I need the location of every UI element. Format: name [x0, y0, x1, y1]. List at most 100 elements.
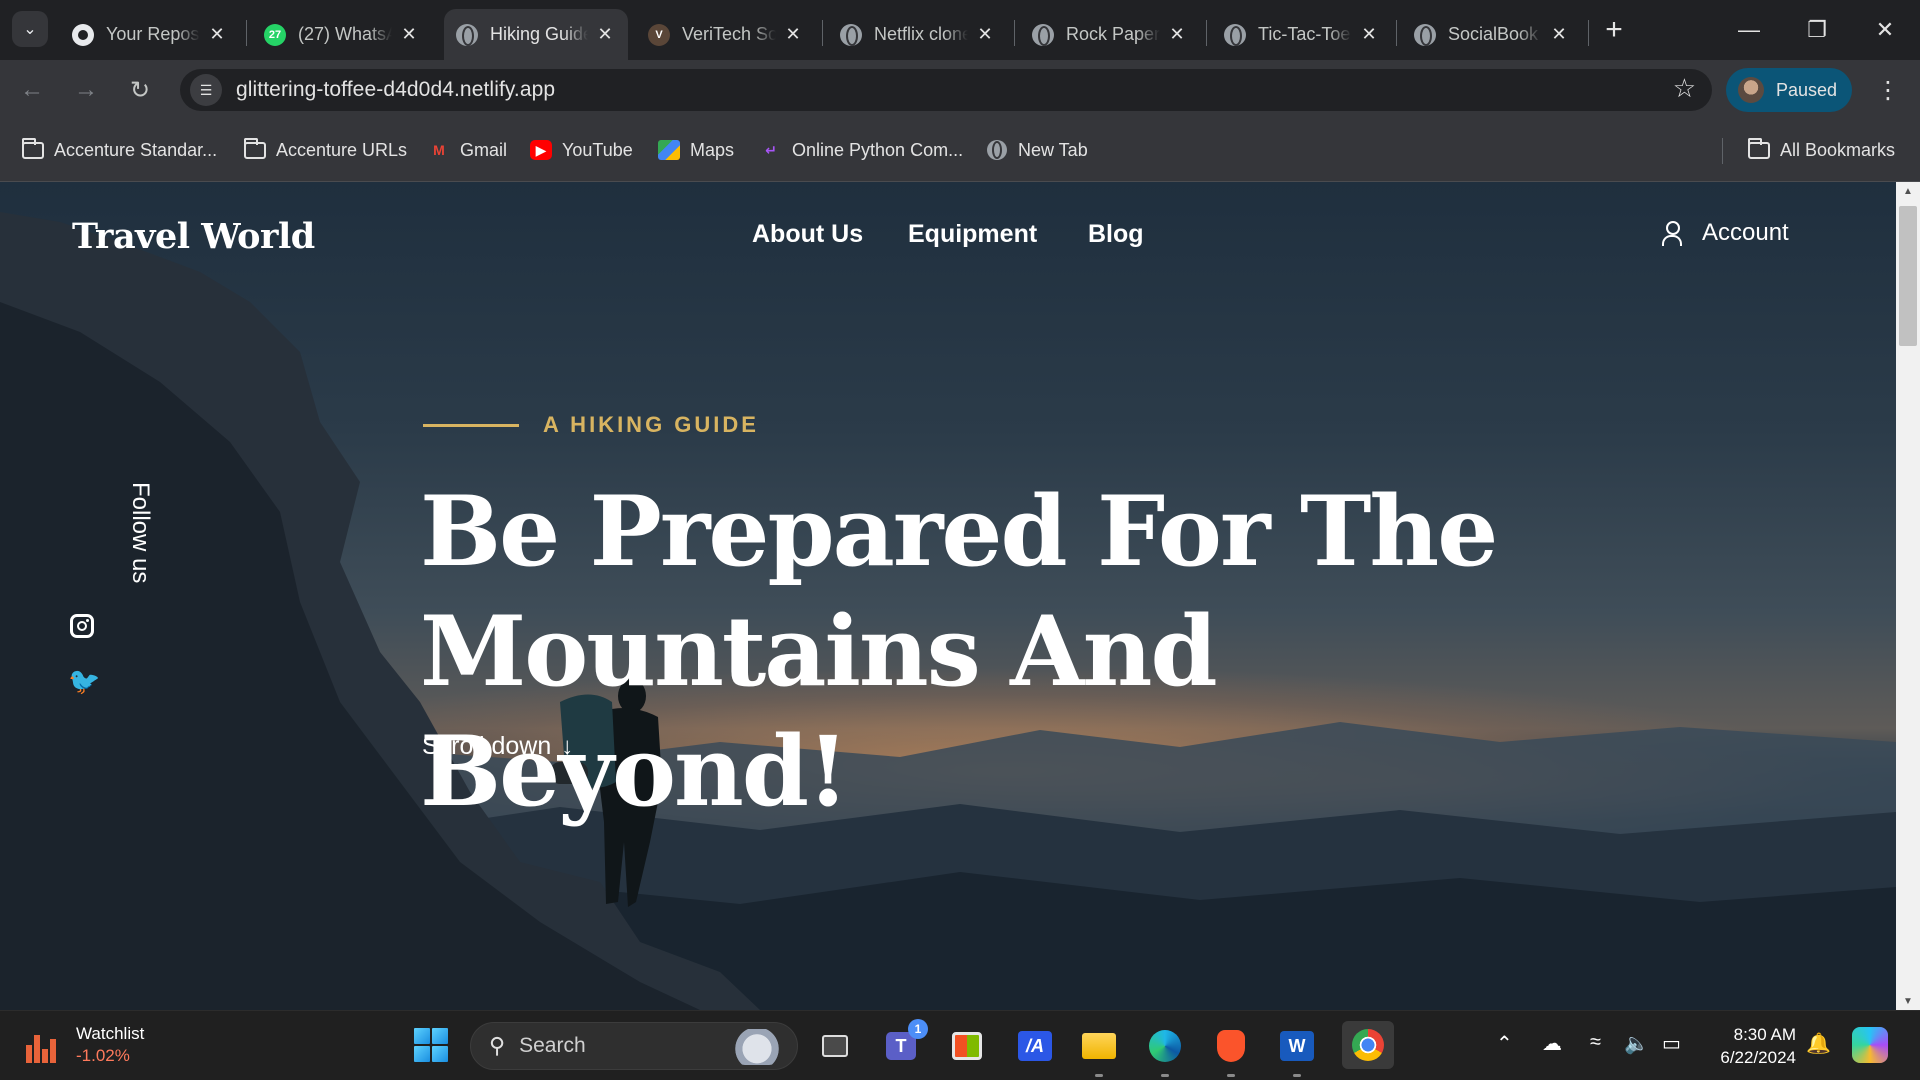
tab-separator: [246, 20, 247, 46]
instagram-icon[interactable]: [70, 614, 94, 638]
reload-button[interactable]: ↻: [122, 72, 158, 108]
ms-todo-icon[interactable]: /A: [1014, 1025, 1056, 1067]
tab-veritech[interactable]: V VeriTech Solutions ✕: [636, 9, 816, 60]
new-tab-button[interactable]: +: [1598, 13, 1630, 46]
bookmark-accenture-urls[interactable]: Accenture URLs: [244, 134, 407, 166]
taskbar-search[interactable]: ⚲ Search: [470, 1022, 798, 1070]
hero-title: Be Prepared For The Mountains And Beyond…: [420, 472, 1520, 832]
scroll-down-arrow-icon[interactable]: ▼: [1896, 992, 1920, 1010]
scroll-down-link[interactable]: Scroll down ↓: [422, 732, 573, 761]
page-scrollbar[interactable]: ▲ ▼: [1896, 182, 1920, 1010]
close-icon: ✕: [1875, 17, 1895, 42]
reload-icon: ↻: [129, 76, 151, 104]
youtube-icon: ▶: [530, 140, 552, 160]
nav-equipment[interactable]: Equipment: [908, 220, 1037, 249]
close-window-button[interactable]: ✕: [1860, 8, 1910, 52]
show-hidden-icons-chevron-icon[interactable]: ⌃: [1496, 1031, 1513, 1056]
close-icon[interactable]: ✕: [974, 24, 996, 46]
close-icon[interactable]: ✕: [398, 24, 420, 46]
file-explorer-icon[interactable]: [1078, 1025, 1120, 1077]
bookmark-label: Gmail: [460, 139, 508, 160]
scroll-down-label: Scroll down: [422, 732, 552, 760]
brave-icon[interactable]: [1210, 1025, 1252, 1077]
tab-title: (27) WhatsApp: [298, 24, 392, 44]
battery-icon[interactable]: ▭: [1662, 1031, 1681, 1056]
arrow-left-icon: ←: [20, 76, 44, 103]
back-button[interactable]: ←: [14, 72, 50, 108]
forward-button[interactable]: →: [68, 72, 104, 108]
bookmark-star-icon[interactable]: ☆: [1673, 73, 1696, 104]
more-vert-icon: ⋮: [1876, 76, 1900, 104]
tab-title: Netflix clone: [874, 24, 968, 44]
system-clock[interactable]: 8:30 AM 6/22/2024: [1712, 1023, 1796, 1069]
avatar: [1738, 77, 1764, 103]
wifi-icon[interactable]: ≈: [1590, 1031, 1601, 1054]
bookmark-gmail[interactable]: M Gmail: [428, 134, 507, 166]
close-icon[interactable]: ✕: [1166, 24, 1188, 46]
address-bar[interactable]: ☰ glittering-toffee-d4d0d4.netlify.app ☆: [180, 69, 1712, 111]
tab-search-button[interactable]: ⌄: [12, 11, 48, 47]
bookmark-label: YouTube: [562, 139, 633, 160]
watchlist-widget[interactable]: Watchlist -1.02%: [26, 1023, 144, 1067]
site-logo[interactable]: Travel World: [72, 216, 315, 257]
url-text[interactable]: glittering-toffee-d4d0d4.netlify.app: [236, 78, 555, 102]
tab-title: Hiking Guide: [490, 24, 588, 44]
notification-bell-icon[interactable]: 🔔: [1806, 1031, 1831, 1057]
tab-whatsapp[interactable]: 27 (27) WhatsApp ✕: [252, 9, 432, 60]
store-icon[interactable]: [946, 1025, 988, 1067]
tab-socialbook[interactable]: SocialBook ✕: [1402, 9, 1582, 60]
veritech-icon: V: [648, 23, 670, 46]
close-icon[interactable]: ✕: [206, 24, 228, 46]
bookmark-maps[interactable]: Maps: [658, 134, 734, 166]
tab-your-repositories[interactable]: Your Repositories ✕: [60, 9, 240, 60]
browser-menu-button[interactable]: ⋮: [1876, 72, 1900, 108]
bookmark-youtube[interactable]: ▶ YouTube: [530, 134, 633, 166]
account-link[interactable]: Account: [1662, 219, 1789, 247]
globe-icon: [456, 23, 478, 46]
bookmark-label: New Tab: [1018, 139, 1088, 160]
minimize-button[interactable]: —: [1724, 8, 1774, 52]
tab-rock-paper[interactable]: Rock Paper Scissors ✕: [1020, 9, 1200, 60]
hero-title-line-1: Be Prepared For The: [420, 475, 1498, 588]
nav-about-us[interactable]: About Us: [752, 220, 863, 249]
word-icon[interactable]: W: [1276, 1025, 1318, 1077]
python-icon: ↵: [765, 141, 777, 158]
restore-button[interactable]: ❐: [1792, 8, 1842, 52]
tab-hiking-guide[interactable]: Hiking Guide ✕: [444, 9, 628, 60]
copilot-icon[interactable]: [1852, 1027, 1888, 1063]
follow-us-text: Follow us: [127, 482, 154, 584]
volume-icon[interactable]: 🔈: [1624, 1031, 1649, 1056]
globe-icon: [987, 140, 1007, 160]
scrollbar-thumb[interactable]: [1899, 206, 1917, 346]
scroll-up-arrow-icon[interactable]: ▲: [1896, 182, 1920, 200]
bookmark-new-tab[interactable]: New Tab: [986, 134, 1088, 166]
close-icon[interactable]: ✕: [1548, 24, 1570, 46]
person-icon: [1662, 221, 1682, 246]
onedrive-cloud-icon[interactable]: ☁: [1542, 1031, 1562, 1056]
site-info-button[interactable]: ☰: [190, 74, 222, 106]
nav-blog[interactable]: Blog: [1088, 220, 1144, 249]
tab-separator: [1014, 20, 1015, 46]
bookmark-online-python[interactable]: ↵ Online Python Com...: [760, 134, 963, 166]
bookmark-accenture-standard[interactable]: Accenture Standar...: [22, 134, 217, 166]
bookmark-label: Maps: [690, 139, 735, 160]
task-view-icon[interactable]: [814, 1025, 856, 1067]
close-icon[interactable]: ✕: [1358, 24, 1380, 46]
bookmark-label: Accenture Standar...: [54, 139, 218, 160]
start-button[interactable]: [414, 1028, 448, 1062]
close-icon[interactable]: ✕: [594, 24, 616, 46]
bookmarks-separator: [1722, 138, 1723, 164]
profile-status: Paused: [1776, 79, 1838, 100]
all-bookmarks-button[interactable]: All Bookmarks: [1748, 134, 1895, 166]
twitter-icon[interactable]: 🐦: [68, 666, 100, 697]
profile-button[interactable]: Paused: [1726, 68, 1852, 112]
teams-icon[interactable]: T1: [880, 1019, 928, 1067]
close-icon[interactable]: ✕: [782, 24, 804, 46]
restore-icon: ❐: [1807, 17, 1827, 42]
tab-tic-tac-toe[interactable]: Tic-Tac-Toe ✕: [1212, 9, 1392, 60]
watchlist-change: -1.02%: [76, 1046, 130, 1065]
hero-eyebrow: A HIKING GUIDE: [543, 412, 759, 437]
tab-netflix-clone[interactable]: Netflix clone ✕: [828, 9, 1008, 60]
chrome-icon[interactable]: [1342, 1021, 1394, 1069]
edge-icon[interactable]: [1144, 1025, 1186, 1077]
